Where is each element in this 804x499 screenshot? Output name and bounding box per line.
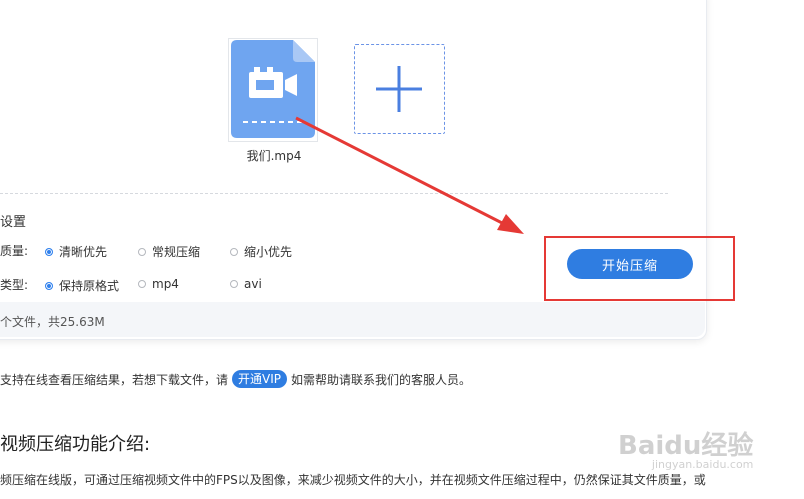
settings-title: 设置	[0, 215, 27, 230]
plus-icon	[376, 66, 422, 112]
option-label: mp4	[152, 277, 179, 291]
radio-unchecked-icon	[230, 247, 238, 256]
radio-checked-icon	[45, 247, 53, 256]
video-file-icon	[231, 40, 315, 138]
uploaded-file-card[interactable]	[228, 38, 318, 142]
quality-label: 质量:	[0, 244, 29, 258]
file-name: 我们.mp4	[246, 149, 302, 163]
radio-checked-icon	[45, 281, 53, 290]
format-option-original[interactable]: 保持原格式	[45, 277, 119, 294]
watermark-text: Baidu经验	[618, 431, 754, 461]
notice-text-before: 支持在线查看压缩结果，若想下载文件，请	[0, 372, 229, 387]
baidu-watermark: Baidu经验 jingyan.baidu.com	[618, 425, 753, 471]
option-label: 常规压缩	[152, 245, 201, 259]
intro-heading: 视频压缩功能介绍:	[0, 434, 151, 455]
vip-notice: 支持在线查看压缩结果，若想下载文件，请 开通VIP 如需帮助请联系我们的客服人员…	[0, 370, 471, 388]
open-vip-link[interactable]: 开通VIP	[232, 370, 288, 388]
option-label: 缩小优先	[244, 245, 293, 259]
option-label: 保持原格式	[59, 279, 120, 293]
radio-unchecked-icon	[138, 280, 146, 288]
quality-option-clear[interactable]: 清晰优先	[45, 243, 107, 260]
quality-option-normal[interactable]: 常规压缩	[138, 243, 200, 260]
format-option-mp4[interactable]: mp4	[138, 277, 179, 291]
notice-text-after: 如需帮助请联系我们的客服人员。	[291, 372, 472, 387]
quality-option-small[interactable]: 缩小优先	[230, 243, 292, 260]
format-label: 类型:	[0, 278, 29, 292]
add-file-button[interactable]	[354, 44, 445, 134]
radio-unchecked-icon	[230, 280, 238, 288]
section-divider	[0, 193, 668, 194]
option-label: avi	[244, 277, 262, 291]
start-compress-button[interactable]: 开始压缩	[567, 249, 693, 279]
format-option-avi[interactable]: avi	[230, 277, 262, 291]
file-summary: 个文件，共25.63M	[0, 315, 105, 329]
summary-bar	[0, 302, 705, 337]
radio-unchecked-icon	[138, 247, 146, 256]
option-label: 清晰优先	[59, 245, 108, 259]
intro-paragraph: 频压缩在线版，可通过压缩视频文件中的FPS以及图像，来减少视频文件的大小，并在视…	[0, 473, 706, 487]
